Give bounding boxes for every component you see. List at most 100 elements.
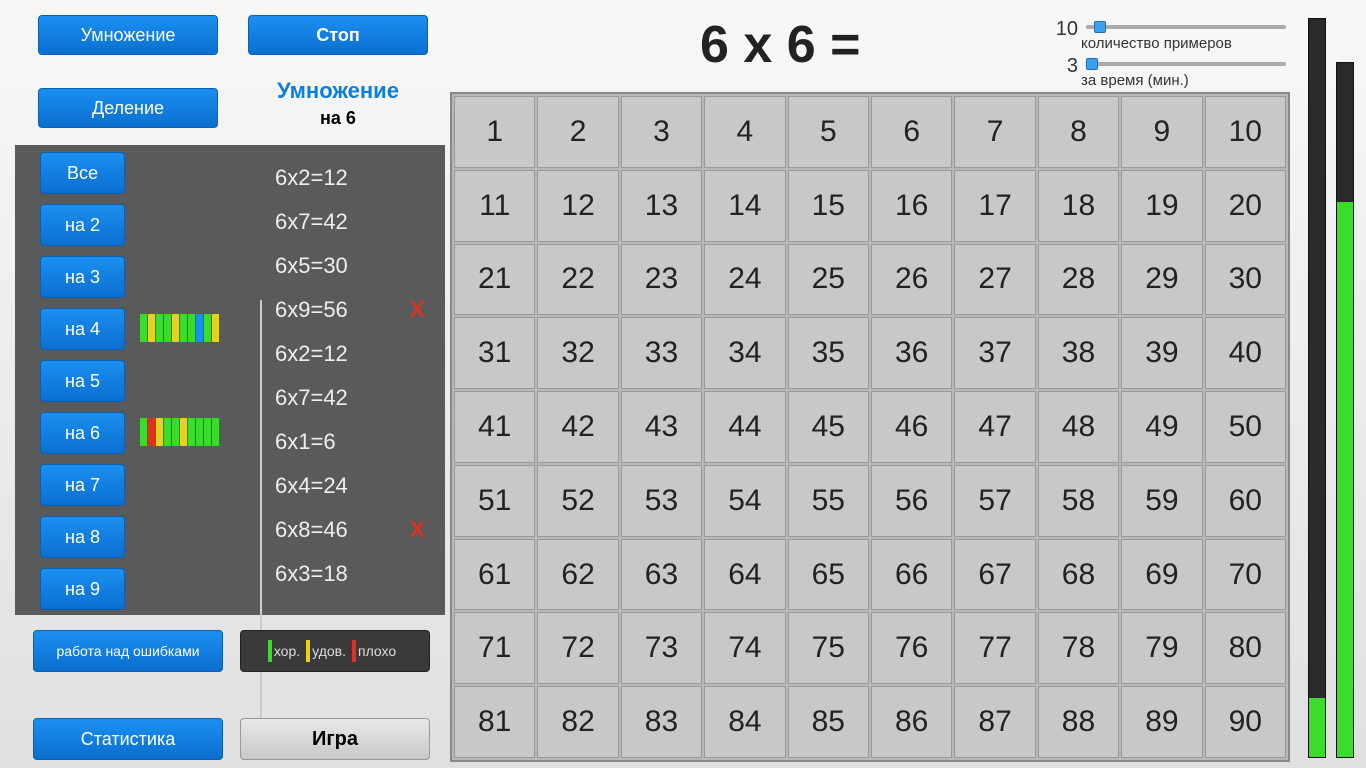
answer-cell[interactable]: 81	[454, 686, 535, 758]
answer-cell[interactable]: 9	[1121, 96, 1202, 168]
answer-cell[interactable]: 72	[537, 612, 618, 684]
side-button-3[interactable]: на 4	[40, 308, 125, 350]
answer-cell[interactable]: 2	[537, 96, 618, 168]
answer-cell[interactable]: 34	[704, 317, 785, 389]
side-button-0[interactable]: Все	[40, 152, 125, 194]
answer-cell[interactable]: 43	[621, 391, 702, 463]
answer-cell[interactable]: 59	[1121, 465, 1202, 537]
answer-cell[interactable]: 18	[1038, 170, 1119, 242]
answer-cell[interactable]: 57	[954, 465, 1035, 537]
answer-cell[interactable]: 27	[954, 244, 1035, 316]
time-slider-thumb[interactable]	[1086, 58, 1098, 70]
answer-cell[interactable]: 7	[954, 96, 1035, 168]
answer-cell[interactable]: 75	[788, 612, 869, 684]
game-button[interactable]: Игра	[240, 718, 430, 760]
answer-cell[interactable]: 14	[704, 170, 785, 242]
answer-cell[interactable]: 76	[871, 612, 952, 684]
answer-cell[interactable]: 36	[871, 317, 952, 389]
answer-cell[interactable]: 29	[1121, 244, 1202, 316]
answer-cell[interactable]: 89	[1121, 686, 1202, 758]
answer-cell[interactable]: 60	[1205, 465, 1286, 537]
answer-cell[interactable]: 64	[704, 539, 785, 611]
answer-cell[interactable]: 50	[1205, 391, 1286, 463]
answer-cell[interactable]: 38	[1038, 317, 1119, 389]
answer-cell[interactable]: 67	[954, 539, 1035, 611]
answer-cell[interactable]: 82	[537, 686, 618, 758]
answer-cell[interactable]: 49	[1121, 391, 1202, 463]
answer-cell[interactable]: 77	[954, 612, 1035, 684]
answer-cell[interactable]: 51	[454, 465, 535, 537]
answer-cell[interactable]: 13	[621, 170, 702, 242]
answer-cell[interactable]: 37	[954, 317, 1035, 389]
side-button-8[interactable]: на 9	[40, 568, 125, 610]
answer-cell[interactable]: 10	[1205, 96, 1286, 168]
answer-cell[interactable]: 33	[621, 317, 702, 389]
answer-cell[interactable]: 73	[621, 612, 702, 684]
answer-cell[interactable]: 45	[788, 391, 869, 463]
time-slider[interactable]	[1086, 62, 1286, 66]
answer-cell[interactable]: 71	[454, 612, 535, 684]
answer-cell[interactable]: 48	[1038, 391, 1119, 463]
answer-cell[interactable]: 56	[871, 465, 952, 537]
division-button[interactable]: Деление	[38, 88, 218, 128]
side-button-6[interactable]: на 7	[40, 464, 125, 506]
stop-button[interactable]: Стоп	[248, 15, 428, 55]
side-button-2[interactable]: на 3	[40, 256, 125, 298]
answer-cell[interactable]: 58	[1038, 465, 1119, 537]
answer-cell[interactable]: 41	[454, 391, 535, 463]
answer-cell[interactable]: 74	[704, 612, 785, 684]
answer-cell[interactable]: 63	[621, 539, 702, 611]
answer-cell[interactable]: 12	[537, 170, 618, 242]
answer-cell[interactable]: 17	[954, 170, 1035, 242]
statistics-button[interactable]: Статистика	[33, 718, 223, 760]
side-button-1[interactable]: на 2	[40, 204, 125, 246]
side-button-5[interactable]: на 6	[40, 412, 125, 454]
answer-cell[interactable]: 31	[454, 317, 535, 389]
answer-cell[interactable]: 8	[1038, 96, 1119, 168]
answer-cell[interactable]: 68	[1038, 539, 1119, 611]
answer-cell[interactable]: 80	[1205, 612, 1286, 684]
answer-cell[interactable]: 16	[871, 170, 952, 242]
answer-cell[interactable]: 5	[788, 96, 869, 168]
answer-cell[interactable]: 78	[1038, 612, 1119, 684]
answer-cell[interactable]: 4	[704, 96, 785, 168]
answer-cell[interactable]: 65	[788, 539, 869, 611]
side-button-7[interactable]: на 8	[40, 516, 125, 558]
answer-cell[interactable]: 35	[788, 317, 869, 389]
answer-cell[interactable]: 1	[454, 96, 535, 168]
answer-cell[interactable]: 15	[788, 170, 869, 242]
answer-cell[interactable]: 30	[1205, 244, 1286, 316]
answer-cell[interactable]: 24	[704, 244, 785, 316]
answer-cell[interactable]: 84	[704, 686, 785, 758]
answer-cell[interactable]: 66	[871, 539, 952, 611]
answer-cell[interactable]: 85	[788, 686, 869, 758]
answer-cell[interactable]: 26	[871, 244, 952, 316]
answer-cell[interactable]: 79	[1121, 612, 1202, 684]
answer-cell[interactable]: 70	[1205, 539, 1286, 611]
side-button-4[interactable]: на 5	[40, 360, 125, 402]
answer-cell[interactable]: 61	[454, 539, 535, 611]
answer-cell[interactable]: 19	[1121, 170, 1202, 242]
answer-cell[interactable]: 44	[704, 391, 785, 463]
work-on-errors-button[interactable]: работа над ошибками	[33, 630, 223, 672]
answer-cell[interactable]: 54	[704, 465, 785, 537]
answer-cell[interactable]: 62	[537, 539, 618, 611]
answer-cell[interactable]: 86	[871, 686, 952, 758]
answer-cell[interactable]: 40	[1205, 317, 1286, 389]
answer-cell[interactable]: 53	[621, 465, 702, 537]
answer-cell[interactable]: 25	[788, 244, 869, 316]
count-slider[interactable]	[1086, 25, 1286, 29]
answer-cell[interactable]: 32	[537, 317, 618, 389]
answer-cell[interactable]: 11	[454, 170, 535, 242]
multiplication-button[interactable]: Умножение	[38, 15, 218, 55]
answer-cell[interactable]: 69	[1121, 539, 1202, 611]
answer-cell[interactable]: 22	[537, 244, 618, 316]
answer-cell[interactable]: 52	[537, 465, 618, 537]
answer-cell[interactable]: 87	[954, 686, 1035, 758]
answer-cell[interactable]: 20	[1205, 170, 1286, 242]
count-slider-thumb[interactable]	[1094, 21, 1106, 33]
answer-cell[interactable]: 23	[621, 244, 702, 316]
answer-cell[interactable]: 21	[454, 244, 535, 316]
answer-cell[interactable]: 46	[871, 391, 952, 463]
answer-cell[interactable]: 55	[788, 465, 869, 537]
